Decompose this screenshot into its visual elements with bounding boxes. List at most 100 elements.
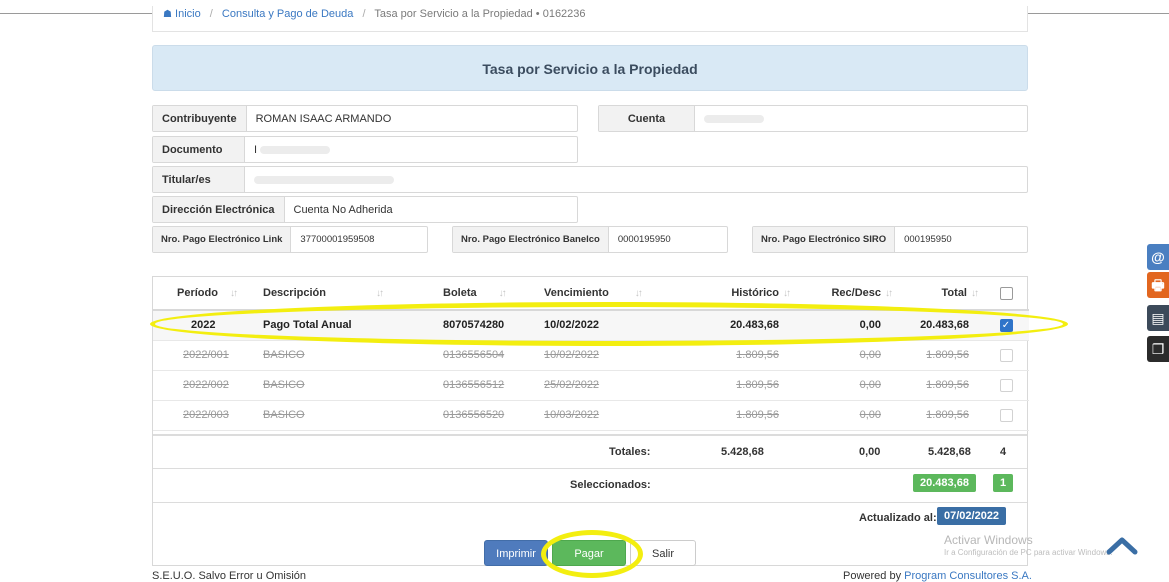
- col-descripcion[interactable]: Descripción ↓↑: [255, 277, 429, 311]
- contribuyente-field: Contribuyente ROMAN ISAAC ARMANDO: [152, 105, 578, 132]
- cell-select[interactable]: [983, 370, 1029, 401]
- cell-boleta: 0136556520: [429, 400, 536, 431]
- cell-rec-desc: 0,00: [793, 400, 897, 431]
- cuenta-label: Cuenta: [599, 106, 695, 131]
- col-select-all[interactable]: [983, 277, 1029, 311]
- home-icon[interactable]: ☗: [163, 9, 172, 20]
- cell-periodo: 2022/002: [153, 370, 255, 401]
- documento-label: Documento: [153, 137, 245, 162]
- cuenta-value: [695, 106, 773, 131]
- breadcrumb-current: Tasa por Servicio a la Propiedad • 01622…: [374, 8, 586, 20]
- table-row[interactable]: 2022/003 BASICO 0136556520 10/03/2022 1.…: [153, 400, 1029, 431]
- row-checkbox[interactable]: [999, 408, 1013, 422]
- cell-total: 20.483,68: [897, 310, 983, 341]
- breadcrumb: ☗ Inicio / Consulta y Pago de Deuda / Ta…: [152, 6, 1028, 32]
- select-all-checkbox[interactable]: [999, 286, 1013, 300]
- redacted-block: [254, 175, 394, 184]
- cell-vencimiento: 10/02/2022: [536, 310, 673, 341]
- cell-descripcion: Pago Total Anual: [255, 310, 429, 341]
- totals-rec-desc: 0,00: [859, 446, 881, 458]
- print-button[interactable]: Imprimir: [484, 540, 548, 566]
- cell-historico: 20.483,68: [673, 310, 793, 341]
- cell-select[interactable]: [983, 340, 1029, 371]
- col-boleta[interactable]: Boleta ↓↑: [429, 277, 536, 311]
- cell-vencimiento: 25/02/2022: [536, 370, 673, 401]
- exit-button[interactable]: Salir: [630, 540, 696, 566]
- scroll-top-chevron-icon[interactable]: [1106, 535, 1138, 555]
- direccion-field: Dirección Electrónica Cuenta No Adherida: [152, 196, 578, 223]
- windows-watermark-subtitle: Ir a Configuración de PC para activar Wi…: [944, 548, 1113, 557]
- col-total[interactable]: Total ↓↑: [897, 277, 983, 311]
- direccion-value: Cuenta No Adherida: [293, 203, 393, 216]
- pago-link-label: Nro. Pago Electrónico Link: [153, 227, 292, 252]
- breadcrumb-home[interactable]: Inicio: [175, 8, 201, 20]
- sort-icon[interactable]: ↓↑: [230, 288, 238, 299]
- list-icon[interactable]: ▤: [1147, 305, 1169, 331]
- totals-row: Totales: 5.428,68 0,00 5.428,68 4: [153, 434, 1027, 468]
- contribuyente-label: Contribuyente: [153, 106, 247, 131]
- selected-label: Seleccionados:: [570, 479, 651, 491]
- breadcrumb-separator: /: [209, 8, 213, 20]
- selected-row: Seleccionados: 20.483,68 1: [153, 468, 1027, 502]
- documento-value: I: [245, 137, 339, 162]
- cell-periodo: 2022: [153, 310, 255, 341]
- sort-icon[interactable]: ↓↑: [635, 288, 643, 299]
- print-icon[interactable]: 🖶: [1147, 272, 1169, 298]
- table-row[interactable]: 2022 Pago Total Anual 8070574280 10/02/2…: [153, 310, 1029, 341]
- cell-descripcion: BASICO: [255, 400, 429, 431]
- row-checkbox-checked[interactable]: ✓: [999, 318, 1013, 332]
- pay-button[interactable]: Pagar: [552, 540, 626, 566]
- windows-watermark-title: Activar Windows: [944, 533, 1033, 547]
- cell-select[interactable]: [983, 400, 1029, 431]
- sort-icon[interactable]: ↓↑: [971, 288, 979, 299]
- titulares-value: [245, 167, 403, 192]
- pago-banelco-field: Nro. Pago Electrónico Banelco 0000195950: [452, 226, 728, 253]
- sort-icon[interactable]: ↓↑: [885, 288, 893, 299]
- cuenta-field: Cuenta: [598, 105, 1028, 132]
- cell-total: 1.809,56: [897, 340, 983, 371]
- col-historico[interactable]: Histórico ↓↑: [673, 277, 793, 311]
- table-row[interactable]: 2022/002 BASICO 0136556512 25/02/2022 1.…: [153, 370, 1029, 401]
- col-vencimiento[interactable]: Vencimiento ↓↑: [536, 277, 673, 311]
- footer-link[interactable]: Program Consultores S.A.: [904, 570, 1032, 582]
- debt-table-panel: Período ↓↑ Descripción ↓↑ Boleta ↓↑ Vencimi…: [152, 276, 1029, 566]
- cell-vencimiento: 10/02/2022: [536, 340, 673, 371]
- cell-rec-desc: 0,00: [793, 310, 897, 341]
- totals-label: Totales:: [609, 446, 651, 458]
- sort-icon[interactable]: ↓↑: [783, 288, 791, 299]
- table-row[interactable]: 2022/001 BASICO 0136556504 10/02/2022 1.…: [153, 340, 1029, 371]
- sort-icon[interactable]: ↓↑: [499, 288, 507, 299]
- cell-rec-desc: 0,00: [793, 370, 897, 401]
- breadcrumb-separator: /: [362, 8, 366, 20]
- pago-siro-label: Nro. Pago Electrónico SIRO: [753, 227, 896, 252]
- cell-historico: 1.809,56: [673, 370, 793, 401]
- col-periodo[interactable]: Período ↓↑: [153, 277, 255, 311]
- contribuyente-value: ROMAN ISAAC ARMANDO: [255, 112, 392, 125]
- cell-total: 1.809,56: [897, 400, 983, 431]
- breadcrumb-section[interactable]: Consulta y Pago de Deuda: [222, 8, 353, 20]
- totals-count: 4: [1000, 446, 1007, 458]
- cell-rec-desc: 0,00: [793, 340, 897, 371]
- debt-table: Período ↓↑ Descripción ↓↑ Boleta ↓↑ Vencimi…: [153, 277, 1029, 431]
- cell-historico: 1.809,56: [673, 340, 793, 371]
- redacted-block: [260, 145, 331, 154]
- selected-total-badge: 20.483,68: [913, 474, 976, 492]
- sort-icon[interactable]: ↓↑: [376, 288, 384, 299]
- cell-descripcion: BASICO: [255, 370, 429, 401]
- documento-field: Documento I: [152, 136, 578, 163]
- updated-label: Actualizado al:: [859, 512, 937, 524]
- cell-vencimiento: 10/03/2022: [536, 400, 673, 431]
- row-checkbox[interactable]: [999, 348, 1013, 362]
- pago-siro-field: Nro. Pago Electrónico SIRO 000195950: [752, 226, 1028, 253]
- pago-link-value: 37700001959508: [300, 234, 375, 245]
- direccion-label: Dirección Electrónica: [153, 197, 285, 222]
- row-checkbox[interactable]: [999, 378, 1013, 392]
- col-rec-desc[interactable]: Rec/Desc ↓↑: [793, 277, 897, 311]
- footer-disclaimer: S.E.U.O. Salvo Error u Omisión: [152, 570, 307, 582]
- titulares-label: Titular/es: [153, 167, 245, 192]
- cell-select[interactable]: ✓: [983, 310, 1029, 341]
- email-icon[interactable]: @: [1147, 244, 1169, 270]
- pago-siro-value: 000195950: [904, 234, 952, 245]
- copy-icon[interactable]: ❐: [1147, 336, 1169, 362]
- pago-banelco-value: 0000195950: [617, 234, 671, 245]
